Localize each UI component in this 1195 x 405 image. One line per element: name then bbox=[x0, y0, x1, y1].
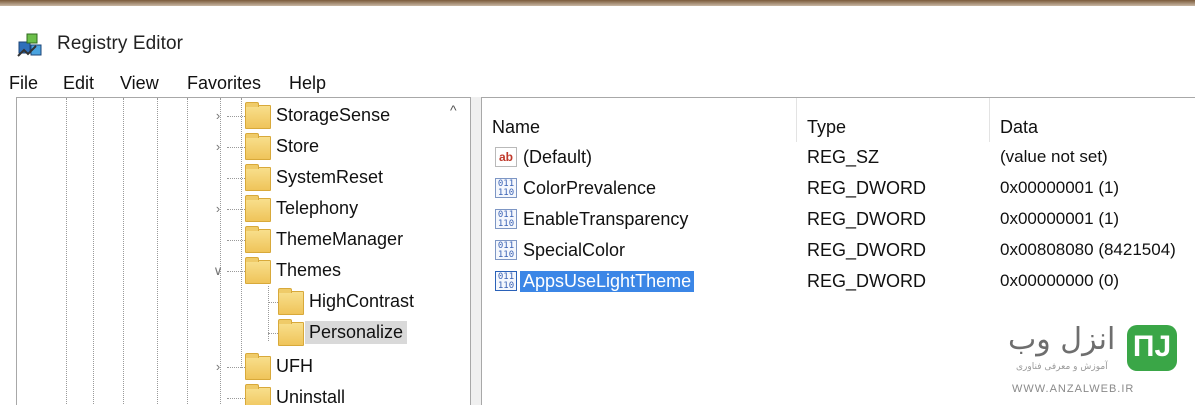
binary-value-icon: 011 110 bbox=[495, 209, 517, 229]
watermark-title: انزل وب bbox=[1008, 322, 1116, 357]
tree-connector-line bbox=[227, 398, 247, 399]
value-row[interactable]: ab (Default) REG_SZ (value not set) bbox=[482, 143, 1195, 174]
title-bar: Registry Editor bbox=[0, 6, 1195, 64]
value-name: AppsUseLightTheme bbox=[520, 271, 695, 292]
tree-connector-line bbox=[227, 271, 247, 272]
folder-icon bbox=[245, 257, 271, 284]
key-tree-pane[interactable]: ^ › StorageSense › Store SystemReset › Telepho… bbox=[16, 97, 471, 405]
column-header-data[interactable]: Data bbox=[990, 98, 1195, 142]
value-type: REG_SZ bbox=[807, 147, 880, 167]
column-header-name[interactable]: Name bbox=[482, 98, 797, 142]
binary-value-icon: 011 110 bbox=[495, 178, 517, 198]
value-list-pane[interactable]: Name Type Data ab (Default) REG_SZ (value n… bbox=[481, 97, 1195, 405]
tree-item-label: HighContrast bbox=[309, 291, 415, 311]
value-data: 0x00000000 (0) bbox=[1000, 271, 1120, 290]
menu-file[interactable]: File bbox=[9, 73, 38, 94]
chevron-right-icon[interactable]: › bbox=[211, 109, 225, 123]
value-data: 0x00808080 (8421504) bbox=[1000, 240, 1176, 259]
tree-item-label: ThemeManager bbox=[276, 229, 404, 249]
menu-edit[interactable]: Edit bbox=[63, 73, 94, 94]
folder-icon bbox=[278, 288, 304, 315]
folder-icon bbox=[245, 353, 271, 380]
registry-editor-icon bbox=[17, 33, 42, 57]
value-data: 0x00000001 (1) bbox=[1000, 178, 1120, 197]
value-row[interactable]: 011 110 ColorPrevalence REG_DWORD 0x0000000… bbox=[482, 174, 1195, 205]
tree-connector-line bbox=[227, 178, 247, 179]
tree-connector-line bbox=[227, 240, 247, 241]
value-data: 0x00000001 (1) bbox=[1000, 209, 1120, 228]
string-value-icon: ab bbox=[495, 147, 517, 167]
tree-item[interactable]: › StorageSense bbox=[17, 102, 457, 132]
chevron-right-icon[interactable]: › bbox=[211, 202, 225, 216]
value-name: (Default) bbox=[523, 147, 593, 167]
watermark-url: WWW.ANZALWEB.IR bbox=[1012, 383, 1135, 395]
chevron-right-icon[interactable]: › bbox=[211, 360, 225, 374]
tree-item-label: Themes bbox=[276, 260, 342, 280]
tree-item[interactable]: HighContrast bbox=[17, 288, 457, 318]
tree-connector-line bbox=[227, 367, 247, 368]
value-type: REG_DWORD bbox=[807, 178, 927, 198]
value-row[interactable]: 011 110 SpecialColor REG_DWORD 0x00808080 (… bbox=[482, 236, 1195, 267]
tree-item[interactable]: Uninstall bbox=[17, 384, 457, 405]
folder-icon bbox=[245, 102, 271, 129]
value-row[interactable]: 011 110 EnableTransparency REG_DWORD 0x0000… bbox=[482, 205, 1195, 236]
chevron-right-icon[interactable]: › bbox=[211, 140, 225, 154]
tree-connector-line bbox=[227, 116, 247, 117]
tree-item-label: UFH bbox=[276, 356, 313, 376]
value-name: SpecialColor bbox=[523, 240, 626, 260]
menu-help[interactable]: Help bbox=[289, 73, 326, 94]
tree-item[interactable]: Personalize bbox=[17, 319, 457, 349]
tree-item-label: Uninstall bbox=[276, 387, 346, 405]
binary-value-icon: 011 110 bbox=[495, 271, 517, 291]
binary-value-icon: 011 110 bbox=[495, 240, 517, 260]
watermark-subtitle: آموزش و معرفی فناوری bbox=[1016, 362, 1108, 372]
folder-icon bbox=[245, 164, 271, 191]
column-header-type[interactable]: Type bbox=[797, 98, 990, 142]
folder-icon bbox=[245, 226, 271, 253]
tree-connector-line bbox=[227, 209, 247, 210]
menu-favorites[interactable]: Favorites bbox=[187, 73, 261, 94]
menu-bar: File Edit View Favorites Help bbox=[0, 64, 1195, 100]
tree-item-label: Telephony bbox=[276, 198, 359, 218]
folder-icon bbox=[245, 384, 271, 405]
value-type: REG_DWORD bbox=[807, 271, 927, 291]
watermark-logo: ПЈ bbox=[1127, 325, 1177, 371]
tree-item[interactable]: › UFH bbox=[17, 353, 457, 383]
value-row[interactable]: 011 110 AppsUseLightTheme REG_DWORD 0x00000… bbox=[482, 267, 1195, 298]
tree-item[interactable]: › Store bbox=[17, 133, 457, 163]
window-title: Registry Editor bbox=[57, 33, 184, 54]
tree-item[interactable]: SystemReset bbox=[17, 164, 457, 194]
value-name: EnableTransparency bbox=[523, 209, 689, 229]
tree-item-label: Store bbox=[276, 136, 320, 156]
tree-item-label: SystemReset bbox=[276, 167, 384, 187]
tree-item-label: StorageSense bbox=[276, 105, 391, 125]
folder-icon bbox=[245, 195, 271, 222]
chevron-down-icon[interactable]: ∨ bbox=[211, 264, 225, 278]
menu-view[interactable]: View bbox=[120, 73, 159, 94]
tree-item[interactable]: ThemeManager bbox=[17, 226, 457, 256]
tree-item[interactable]: ∨ Themes bbox=[17, 257, 457, 287]
pane-splitter[interactable] bbox=[471, 97, 481, 405]
value-data: (value not set) bbox=[1000, 147, 1108, 166]
value-name: ColorPrevalence bbox=[523, 178, 657, 198]
tree-item-label: Personalize bbox=[305, 321, 408, 344]
folder-icon bbox=[278, 319, 304, 346]
value-type: REG_DWORD bbox=[807, 240, 927, 260]
value-type: REG_DWORD bbox=[807, 209, 927, 229]
folder-icon bbox=[245, 133, 271, 160]
tree-item[interactable]: › Telephony bbox=[17, 195, 457, 225]
tree-connector-line bbox=[227, 147, 247, 148]
